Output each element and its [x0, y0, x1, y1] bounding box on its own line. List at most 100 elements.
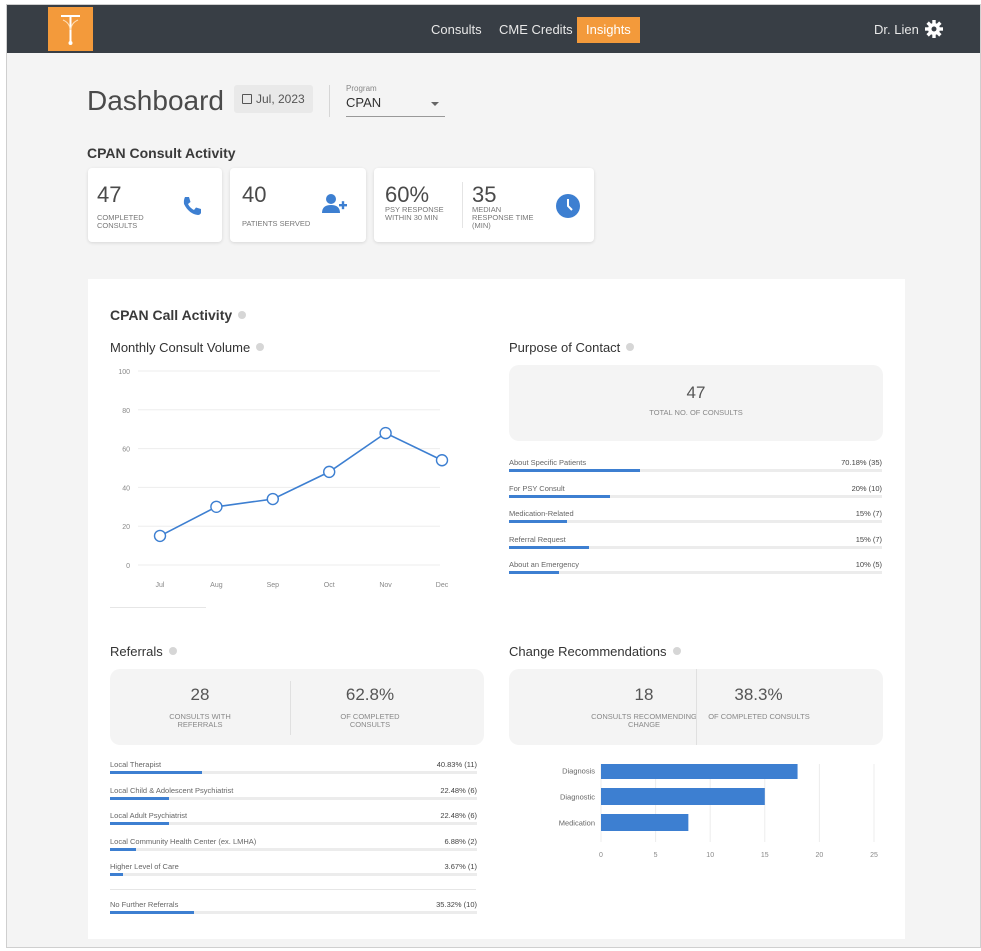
calendar-icon	[242, 94, 252, 104]
y-tick-label: 80	[122, 408, 130, 415]
bar-list-row: Medication-Related 15% (7)	[509, 509, 882, 525]
data-point	[210, 500, 223, 514]
change-recs-pct: 38.3%	[734, 685, 783, 704]
info-icon[interactable]	[168, 647, 177, 655]
program-label: Program	[346, 84, 377, 93]
bar-list-row: Local Adult Psychiatrist 22.48% (6)	[110, 811, 477, 827]
bar-list-value: 10% (5)	[855, 560, 882, 569]
nav-cme-credits[interactable]: CME Credits	[490, 17, 582, 43]
referrals-title: Referrals	[110, 644, 177, 659]
y-tick-label: Diagnosis	[562, 767, 595, 776]
bar-list-track	[509, 494, 882, 498]
info-icon[interactable]	[672, 647, 681, 655]
bar-list-label: Referral Request	[509, 534, 566, 544]
bar-list-value: 40.83% (11)	[436, 760, 477, 769]
referral-divider	[110, 889, 476, 890]
info-icon[interactable]	[256, 343, 265, 351]
program-select[interactable]: CPAN	[346, 95, 445, 117]
chevron-down-icon	[431, 102, 439, 106]
purpose-total-box: 47 Total No. of Consults	[509, 365, 883, 441]
top-navbar: Consults CME Credits Insights Dr. Lien	[7, 5, 980, 53]
data-point	[322, 465, 336, 479]
bar-list-row: About an Emergency 10% (5)	[509, 560, 882, 576]
purpose-total-label: Total No. of Consults	[649, 408, 743, 417]
summary-divider	[696, 669, 697, 745]
change-recs-count-label: Consults Recommending Change	[591, 712, 697, 729]
consult-activity-heading: CPAN Consult Activity	[87, 145, 236, 161]
x-tick-label: 20	[816, 852, 824, 859]
bar-list-value: 35.32% (10)	[436, 899, 477, 909]
bar-list-row: Local Therapist 40.83% (11)	[110, 760, 477, 776]
bar-list-fill	[110, 796, 169, 800]
bar-list-value: 22.48% (6)	[440, 811, 477, 820]
referrals-count: 28	[190, 685, 210, 704]
purpose-title: Purpose of Contact	[509, 340, 635, 355]
y-tick-label: 20	[122, 524, 130, 531]
info-icon[interactable]	[626, 343, 635, 351]
bar-list-label: Higher Level of Care	[110, 862, 179, 871]
bar-list-fill	[509, 469, 640, 472]
kpi-value: 47	[97, 182, 122, 207]
x-tick-label: Dec	[436, 582, 449, 589]
bar-list-fill	[110, 847, 136, 851]
bar-list-row: For PSY Consult 20% (10)	[509, 484, 882, 500]
bar-list-row: No Further Referrals 35.32% (10)	[110, 900, 477, 916]
kpi-patients-served: 40 Patients Served	[230, 168, 366, 242]
add-user-icon	[322, 193, 348, 220]
x-tick-label: Oct	[324, 582, 335, 589]
clock-icon	[556, 194, 580, 223]
bar-list-label: Local Adult Psychiatrist	[110, 811, 188, 820]
nav-consults[interactable]: Consults	[422, 17, 491, 43]
logo-icon[interactable]	[48, 7, 93, 51]
bar-list-fill	[509, 571, 560, 574]
change-recs-title: Change Recommendations	[509, 644, 681, 659]
bar	[601, 764, 798, 779]
header-divider	[329, 85, 330, 117]
change-recs-summary-box: 18 Consults Recommending Change 38.3% of…	[509, 669, 883, 745]
phone-icon	[180, 194, 204, 223]
gear-icon[interactable]	[924, 19, 944, 39]
bar-list-track	[110, 847, 477, 851]
bar-list-fill	[509, 545, 590, 549]
bar-list-row: Higher Level of Care 3.67% (1)	[110, 862, 477, 878]
kpi-label: PSY Response within 30 min	[385, 205, 444, 222]
chart-underline	[110, 607, 206, 608]
data-point	[379, 426, 392, 440]
y-tick-label: 100	[118, 369, 130, 376]
date-picker-button[interactable]: Jul, 2023	[234, 85, 313, 113]
bar-list-track	[509, 545, 882, 549]
bar-list-row: Local Child & Adolescent Psychiatrist 22.…	[110, 786, 477, 802]
info-icon[interactable]	[238, 311, 247, 319]
bar-list-fill	[509, 494, 610, 498]
bar-list-value: 20% (10)	[851, 483, 882, 493]
nav-insights[interactable]: Insights	[577, 17, 640, 43]
bar-list-label: About an Emergency	[509, 560, 580, 569]
change-recs-pct-label: of Completed Consults	[708, 712, 810, 721]
monthly-consult-title: Monthly Consult Volume	[110, 340, 265, 355]
bar-list-track	[110, 910, 477, 914]
y-tick-label: Diagnostic	[560, 793, 595, 802]
bar-list-label: Local Community Health Center (ex. LMHA)	[110, 836, 257, 846]
user-name[interactable]: Dr. Lien	[874, 22, 919, 37]
bar-list-label: No Further Referrals	[110, 899, 179, 909]
bar-list-label: Medication-Related	[509, 509, 574, 518]
purpose-total-value: 47	[686, 383, 706, 402]
x-tick-label: 15	[761, 852, 769, 859]
kpi-response-metrics: 60% PSY Response within 30 min 35 Median…	[374, 168, 594, 242]
referrals-summary-box: 28 Consults with Referrals 62.8% of Comp…	[110, 669, 484, 745]
data-point	[266, 492, 280, 506]
x-tick-label: 5	[654, 852, 658, 859]
kpi-divider	[462, 182, 463, 228]
y-tick-label: 40	[122, 485, 130, 492]
data-point	[435, 454, 449, 467]
bar-list-row: Referral Request 15% (7)	[509, 535, 882, 551]
app-window: Consults CME Credits Insights Dr. Lien D…	[6, 4, 981, 948]
date-label: Jul, 2023	[256, 92, 305, 106]
kpi-label: Completed Consults	[97, 213, 144, 230]
bar-list-track	[110, 796, 477, 800]
x-tick-label: 0	[599, 852, 603, 859]
referrals-count-label: Consults with Referrals	[169, 712, 231, 729]
y-tick-label: 0	[126, 563, 130, 570]
x-tick-label: 10	[706, 852, 714, 859]
bar-list-label: Local Child & Adolescent Psychiatrist	[110, 785, 234, 795]
